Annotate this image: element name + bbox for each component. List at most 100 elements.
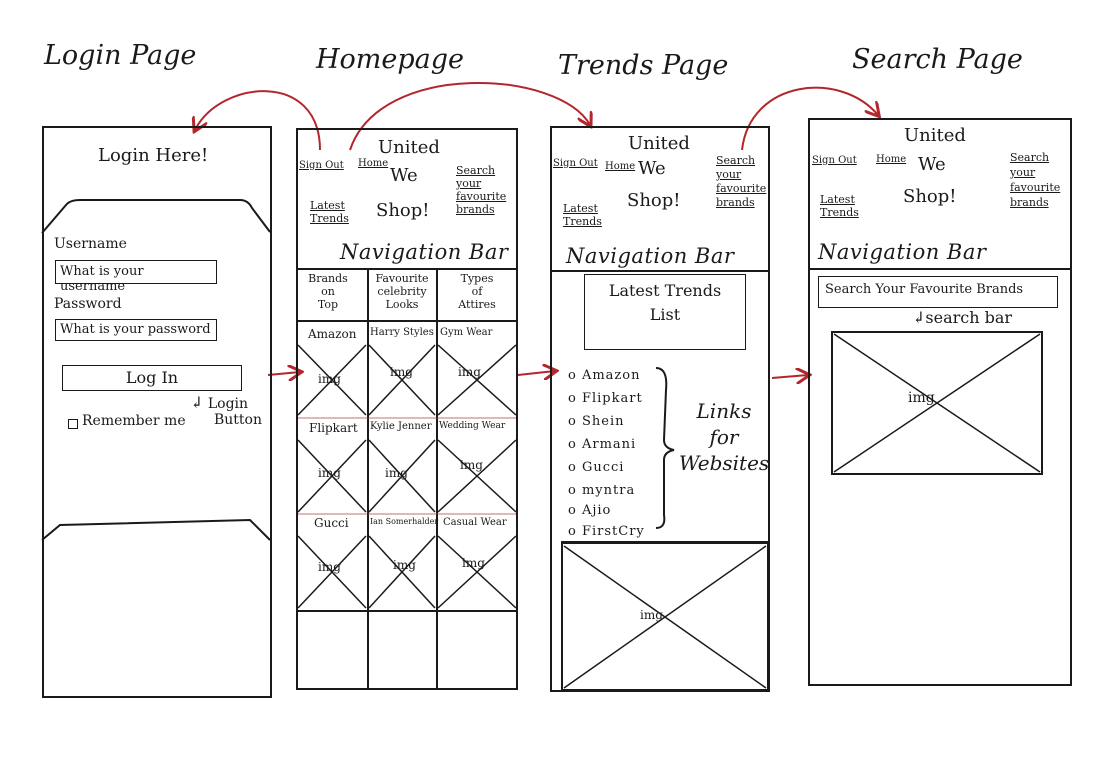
search-brand-line1: United (904, 125, 966, 146)
home-col1-l1: Brands (308, 272, 348, 285)
home-img-label-r1c1: img (318, 372, 341, 386)
search-search-3: favourite (1010, 181, 1061, 194)
home-r1c3[interactable]: Gym Wear (440, 327, 492, 338)
search-search-link[interactable]: Search your favourite brands (1010, 150, 1060, 210)
home-r3c3[interactable]: Casual Wear (443, 517, 507, 528)
username-field[interactable]: What is your username (55, 260, 217, 294)
home-brand-line3: Shop! (376, 200, 430, 221)
home-r1c1[interactable]: Amazon (308, 327, 356, 341)
username-label: Username (54, 236, 127, 252)
search-nav-divider (808, 268, 1072, 270)
trends-img-top (562, 542, 768, 544)
home-img-label-r3c1: img (318, 560, 341, 574)
home-col1-l3: Top (317, 298, 339, 311)
trends-link-flipkart[interactable]: Flipkart (568, 391, 643, 406)
latest-trends-list-box[interactable]: Latest Trends List (584, 274, 746, 350)
home-img-label-r2c2: img (385, 466, 408, 480)
password-field[interactable]: What is your password (55, 319, 217, 341)
trends-img-label: img (640, 608, 663, 622)
home-img-label-r1c3: img (458, 365, 481, 379)
home-search-2: your (456, 177, 482, 190)
search-latest-2: Trends (820, 206, 859, 219)
search-latest-1: Latest (820, 193, 855, 206)
trends-link-gucci[interactable]: Gucci (568, 460, 624, 475)
trends-brand-line1: United (628, 133, 690, 154)
home-img-label-r3c3: img (462, 556, 485, 570)
home-img-label-r2c1: img (318, 466, 341, 480)
home-brand-line2: We (390, 165, 418, 186)
search-signout-link[interactable]: Sign Out (812, 155, 857, 166)
password-placeholder: What is your password (60, 322, 211, 337)
trends-latest-2: Trends (563, 215, 602, 228)
trends-latest-link[interactable]: Latest Trends (563, 202, 602, 228)
trends-link-ajio[interactable]: Ajio (568, 503, 611, 518)
home-r2c3[interactable]: Wedding Wear (439, 421, 505, 431)
home-search-link[interactable]: Search your favourite brands (456, 164, 506, 216)
login-button[interactable]: Log In (62, 365, 242, 391)
home-nav-divider (296, 268, 518, 270)
trends-signout-link[interactable]: Sign Out (553, 158, 598, 169)
home-home-link[interactable]: Home (358, 158, 388, 169)
links-note-3: Websites (678, 451, 770, 475)
home-r2c1[interactable]: Flipkart (309, 421, 358, 435)
search-page-title: Search Page (852, 44, 1023, 75)
trends-search-link[interactable]: Search your favourite brands (716, 154, 766, 210)
trends-link-myntra[interactable]: myntra (568, 483, 635, 498)
trends-search-3: favourite (716, 182, 767, 195)
home-latest-link[interactable]: Latest Trends (310, 199, 349, 225)
arrow-trends-to-search (771, 375, 808, 378)
home-col3-l3: Attires (458, 298, 496, 311)
search-navbar[interactable]: Navigation Bar (818, 240, 986, 264)
home-r3c2[interactable]: Ian Somerhalder (370, 517, 438, 526)
home-latest-2: Trends (310, 212, 349, 225)
home-r1c2[interactable]: Harry Styles (370, 327, 434, 338)
trends-link-shein[interactable]: Shein (568, 414, 624, 429)
trends-list-title-2: List (649, 305, 681, 324)
home-search-1: Search (456, 164, 496, 177)
links-note-1: Links (696, 399, 752, 423)
home-search-4: brands (456, 203, 495, 216)
home-col-header-celebrity: Favourite celebrity Looks (370, 272, 434, 311)
home-search-3: favourite (456, 190, 507, 203)
login-button-note: ↲ Login (190, 393, 249, 412)
trends-link-amazon[interactable]: Amazon (568, 368, 640, 383)
home-signout-link[interactable]: Sign Out (299, 160, 344, 171)
login-button-note-2: Button (214, 412, 263, 428)
search-brand-line2: We (918, 154, 946, 175)
trends-search-4: brands (716, 196, 755, 209)
trends-page-title: Trends Page (558, 50, 729, 81)
home-col-divider-2 (436, 268, 438, 690)
home-img-label-r1c2: img (390, 365, 413, 379)
search-search-1: Search (1010, 151, 1050, 164)
trends-link-firstcry[interactable]: FirstCry (568, 524, 645, 539)
remember-checkbox[interactable] (68, 419, 78, 429)
remember-label: Remember me (82, 413, 186, 429)
home-col1-l2: on (321, 285, 335, 298)
home-brand-line1: United (378, 137, 440, 158)
search-home-link[interactable]: Home (876, 154, 906, 165)
home-col3-l1: Types (460, 272, 494, 285)
trends-list-title-1: Latest Trends (608, 281, 722, 300)
search-latest-link[interactable]: Latest Trends (820, 193, 859, 219)
trends-brand-line3: Shop! (627, 190, 681, 211)
trends-link-armani[interactable]: Armani (568, 437, 636, 452)
home-r3c1[interactable]: Gucci (314, 516, 349, 530)
trends-brand-line2: We (638, 158, 666, 179)
links-for-websites-note: Links for Websites (676, 398, 772, 476)
home-col2-l3: Looks (385, 298, 419, 311)
home-col2-l1: Favourite (375, 272, 429, 285)
password-label: Password (54, 296, 122, 312)
trends-home-link[interactable]: Home (605, 161, 635, 172)
home-col-header-attires: Types of Attires (440, 272, 514, 311)
login-page-title: Login Page (44, 40, 197, 71)
home-row-divider-header (296, 320, 518, 322)
links-note-2: for (709, 425, 739, 449)
home-navbar[interactable]: Navigation Bar (340, 240, 508, 264)
home-r2c2[interactable]: Kylie Jenner (370, 421, 431, 432)
trends-navbar[interactable]: Navigation Bar (566, 244, 734, 268)
home-col-header-brands: Brands on Top (298, 272, 358, 311)
trends-latest-1: Latest (563, 202, 598, 215)
search-bar[interactable]: Search Your Favourite Brands (818, 276, 1058, 308)
home-col2-l2: celebrity (377, 285, 427, 298)
home-latest-1: Latest (310, 199, 345, 212)
